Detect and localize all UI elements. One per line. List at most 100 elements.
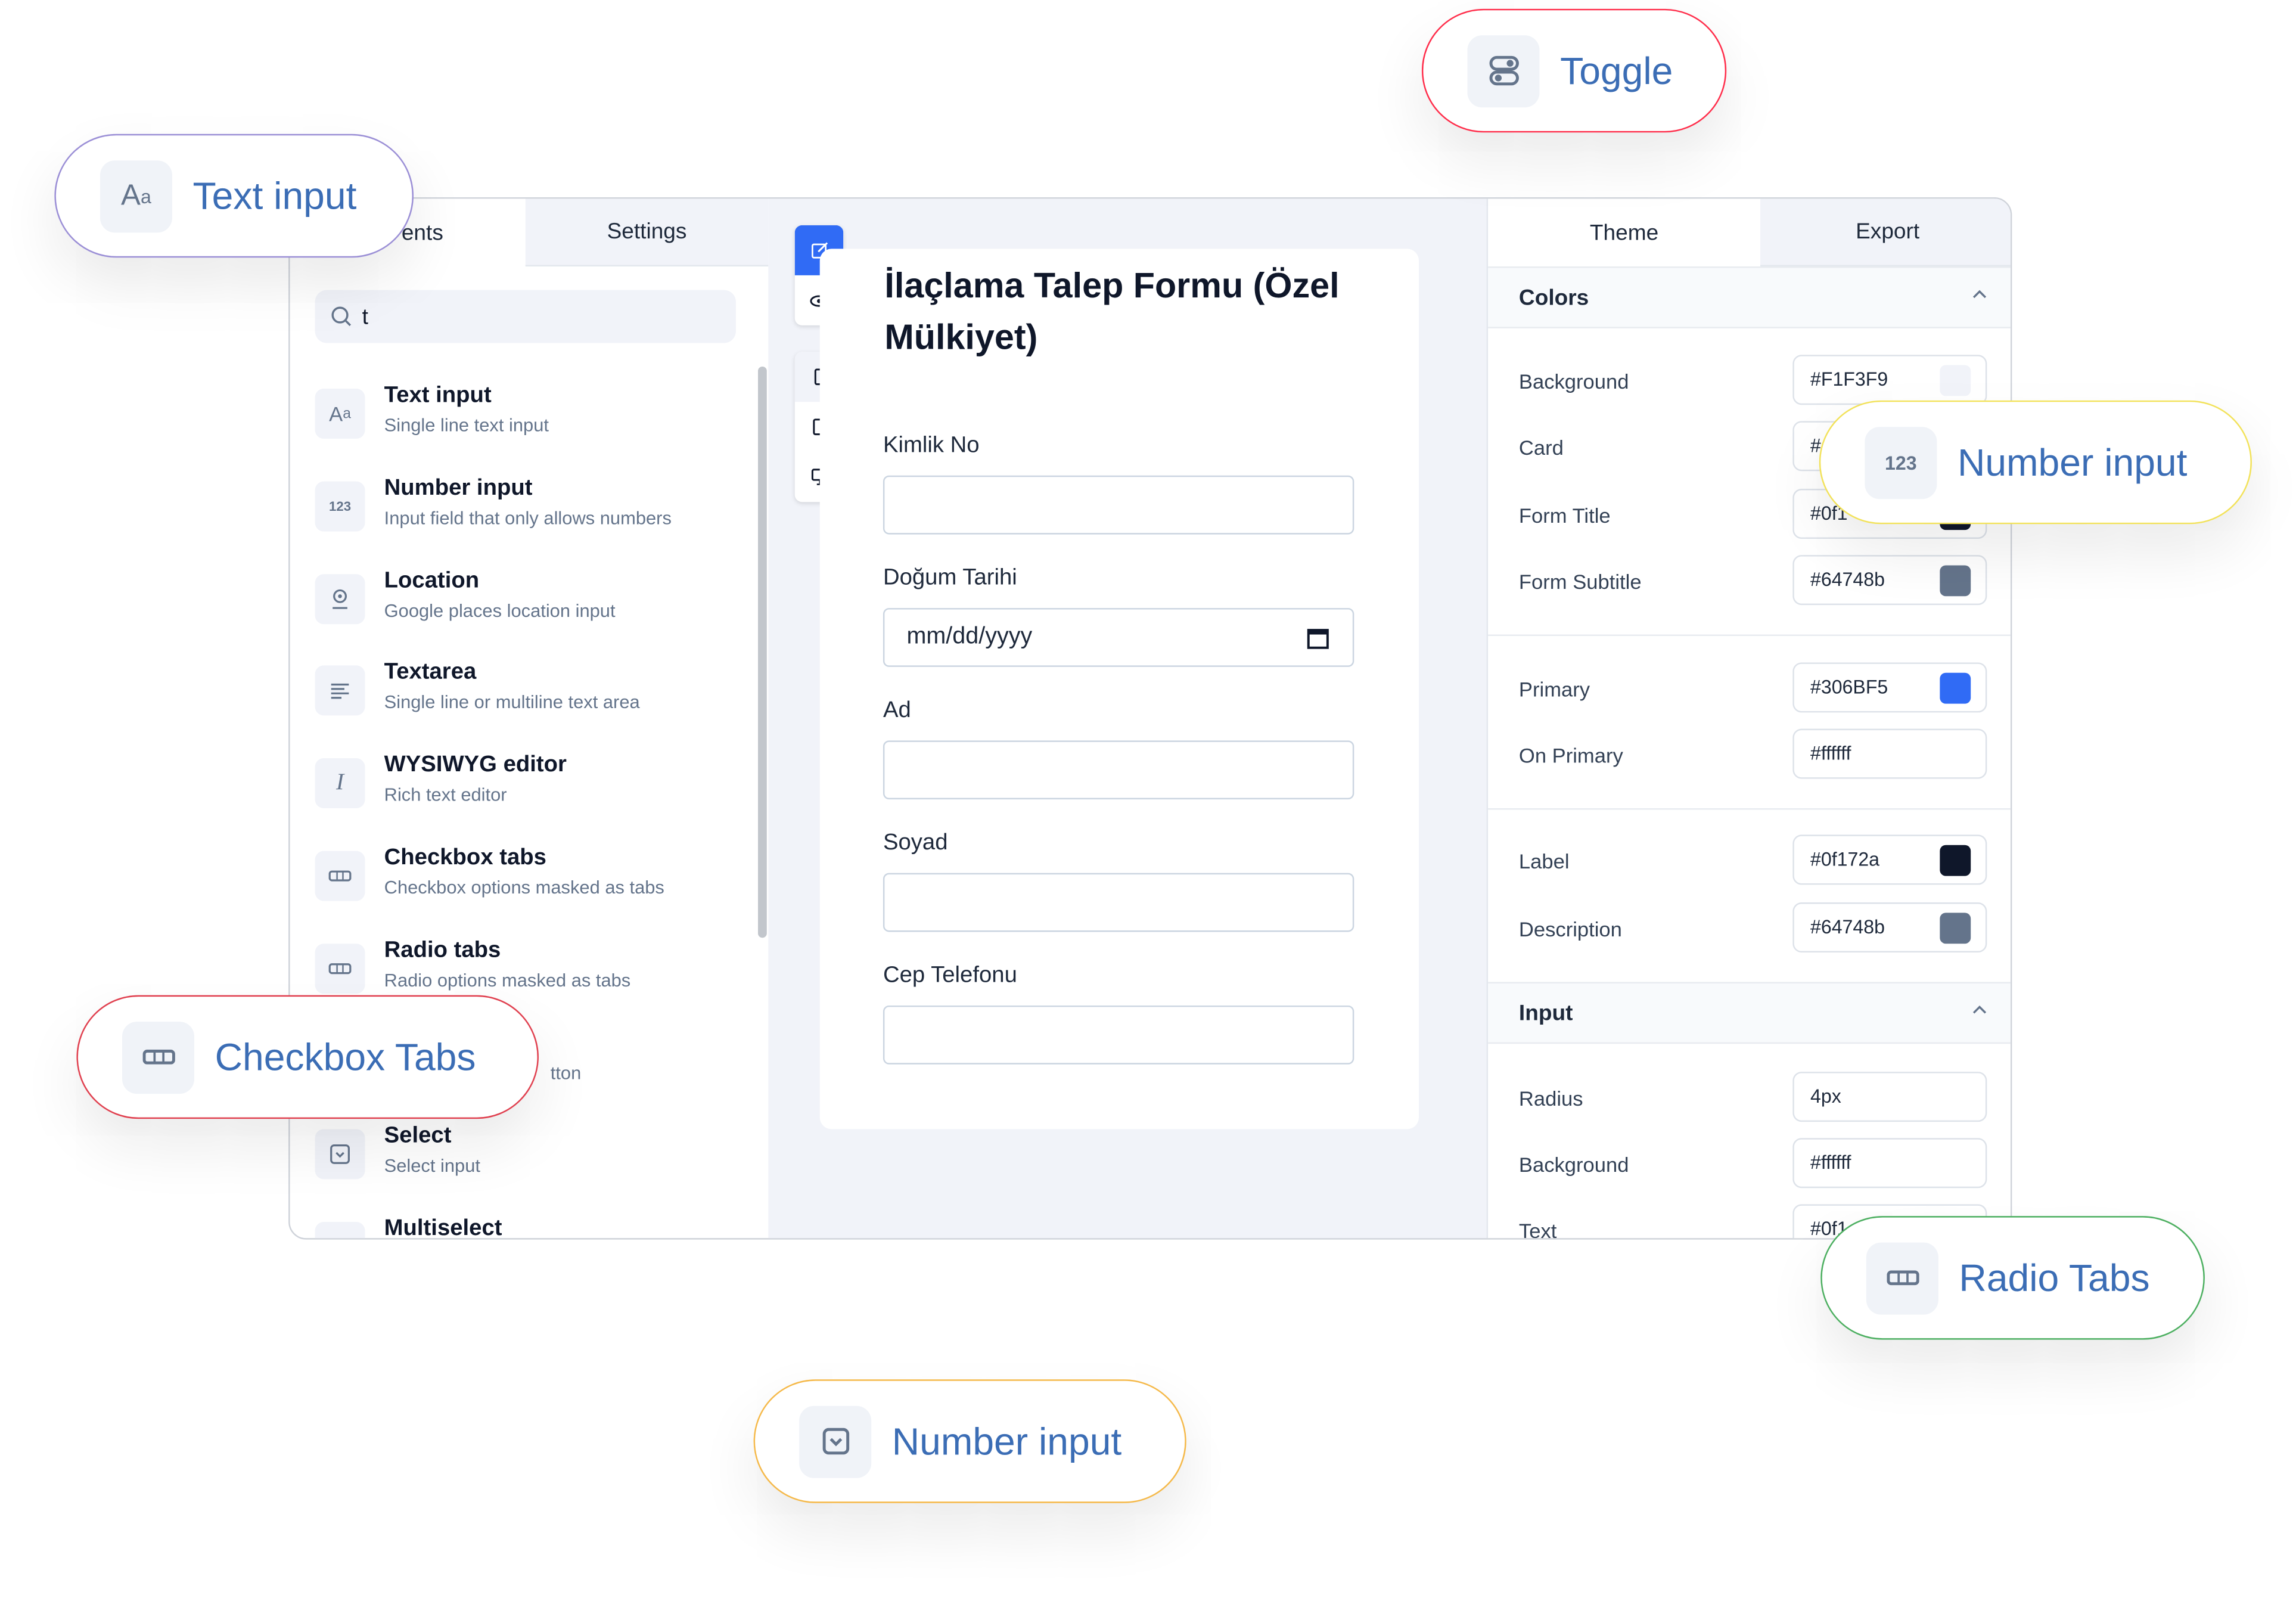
field-label: Kimlik No	[883, 433, 980, 458]
item-label: WYSIWYG editor	[384, 752, 567, 778]
item-desc: Input field that only allows numbers	[384, 508, 672, 529]
color-swatch[interactable]	[1940, 913, 1971, 944]
color-swatch[interactable]	[1940, 365, 1971, 396]
callout-select-number-input: Number input	[753, 1379, 1186, 1503]
section-title: Colors	[1518, 286, 1589, 311]
callout-label: Number input	[1957, 439, 2188, 484]
input-value: #ffffff	[1810, 741, 1851, 764]
tab-label: ents	[401, 220, 443, 246]
component-item-location[interactable]: Location Google places location input	[315, 568, 742, 641]
component-item-text-input[interactable]: Aa Text input Single line text input	[315, 383, 742, 456]
item-label: Radio tabs	[384, 938, 501, 963]
item-desc: Single line or multiline text area	[384, 691, 640, 713]
text-aa-icon: Aa	[315, 389, 365, 439]
item-label: Multiselect	[384, 1216, 502, 1240]
form-title: İlaçlama Talep Formu (Özel Mülkiyet)	[884, 266, 1340, 358]
color-value-input[interactable]: #F1F3F9	[1792, 355, 1987, 405]
kimlik-no-input[interactable]	[883, 475, 1354, 535]
item-desc: Select input	[384, 1155, 480, 1177]
component-item-number-input[interactable]: 123 Number input Input field that only a…	[315, 476, 742, 549]
component-item-checkbox-tabs[interactable]: Checkbox tabs Checkbox options masked as…	[315, 845, 742, 919]
color-swatch[interactable]	[1940, 1148, 1971, 1180]
item-desc: Single line text input	[384, 415, 549, 436]
search-icon	[331, 306, 352, 327]
form-canvas: İlaçlama Talep Formu (Özel Mülkiyet) Kim…	[768, 198, 1487, 1239]
form-card: İlaçlama Talep Formu (Özel Mülkiyet) Kim…	[819, 249, 1419, 1130]
text-aa-icon: Aa	[100, 159, 172, 232]
color-value-input[interactable]: #ffffff	[1792, 1138, 1987, 1189]
item-label: Number input	[384, 475, 533, 501]
cep-telefonu-input[interactable]	[883, 1005, 1354, 1065]
calendar-icon[interactable]	[1307, 627, 1329, 649]
row-label: Text	[1518, 1219, 1557, 1240]
color-value-input[interactable]: #0f172a	[1792, 834, 1987, 885]
component-item-multiselect[interactable]: Multiselect	[315, 1216, 742, 1240]
row-label: On Primary	[1518, 743, 1623, 767]
location-pin-icon	[315, 574, 365, 625]
item-label: Select	[384, 1123, 452, 1149]
search-input[interactable]: t	[315, 290, 736, 343]
field-label: Soyad	[883, 830, 948, 856]
tab-export[interactable]: Export	[1760, 198, 2011, 267]
input-value: #0f172a	[1810, 848, 1880, 870]
color-value-input[interactable]: #64748b	[1792, 555, 1987, 606]
tab-settings[interactable]: Settings	[525, 198, 769, 267]
callout-toggle: Toggle	[1421, 8, 1727, 133]
scrollbar[interactable]	[757, 367, 767, 938]
section-title: Input	[1518, 1001, 1573, 1026]
item-desc: Checkbox options masked as tabs	[384, 877, 664, 898]
item-label: Location	[384, 568, 480, 594]
item-desc: Rich text editor	[384, 784, 507, 806]
color-swatch[interactable]	[1940, 739, 1971, 770]
field-label: Doğum Tarihi	[883, 565, 1017, 591]
callout-label: Toggle	[1560, 48, 1673, 92]
theme-panel: Theme Export Colors Background #F1F3F9 Car…	[1486, 198, 2011, 1240]
chevron-up-icon	[1972, 290, 1987, 299]
component-item-select[interactable]: Select Select input	[315, 1124, 742, 1197]
row-label: Primary	[1518, 677, 1590, 701]
component-item-wysiwyg[interactable]: I WYSIWYG editor Rich text editor	[315, 752, 742, 826]
callout-label: Text input	[192, 173, 357, 218]
row-label: Background	[1518, 369, 1629, 393]
callout-text-input: Aa Text input	[54, 134, 414, 258]
component-item-textarea[interactable]: Textarea Single line or multiline text a…	[315, 660, 742, 733]
color-value-input[interactable]: #306BF5	[1792, 662, 1987, 713]
input-value: 4px	[1810, 1085, 1841, 1107]
color-value-input[interactable]: 4px	[1792, 1072, 1987, 1122]
cursor-icon: I	[315, 758, 365, 808]
soyad-input[interactable]	[883, 873, 1354, 932]
tab-label: Export	[1856, 219, 1920, 245]
number-123-icon: 123	[1865, 426, 1937, 499]
color-value-input[interactable]: #ffffff	[1792, 728, 1987, 779]
input-value: #ffffff	[1810, 1151, 1851, 1174]
color-swatch[interactable]	[1940, 672, 1971, 704]
row-label: Label	[1518, 849, 1570, 873]
divider	[1488, 634, 2011, 636]
tabs-icon	[315, 944, 365, 994]
colors-section-header[interactable]: Colors	[1488, 266, 2011, 328]
item-desc: Radio options masked as tabs	[384, 970, 631, 991]
field-label: Ad	[883, 697, 911, 723]
row-label: Radius	[1518, 1086, 1583, 1110]
dogum-tarihi-input[interactable]: mm/dd/yyyy	[883, 608, 1354, 667]
select-icon	[799, 1405, 872, 1478]
toggle-icon	[1467, 35, 1540, 107]
color-swatch[interactable]	[1940, 845, 1971, 876]
chevron-up-icon	[1972, 1005, 1987, 1014]
tab-theme[interactable]: Theme	[1488, 198, 1760, 266]
callout-checkbox-tabs: Checkbox Tabs	[76, 995, 539, 1119]
item-label: Text input	[384, 383, 492, 408]
row-label: Background	[1518, 1152, 1629, 1177]
search-value: t	[362, 304, 368, 330]
ad-input[interactable]	[883, 740, 1354, 800]
tab-label: Theme	[1589, 220, 1659, 246]
lines-icon	[315, 665, 365, 716]
tab-label: Settings	[607, 219, 687, 245]
input-value: #F1F3F9	[1810, 368, 1888, 390]
input-section-header[interactable]: Input	[1488, 982, 2011, 1044]
input-value: #64748b	[1810, 916, 1885, 938]
color-value-input[interactable]: #64748b	[1792, 902, 1987, 953]
item-label: Checkbox tabs	[384, 845, 546, 870]
item-desc: Google places location input	[384, 600, 616, 622]
color-swatch[interactable]	[1940, 565, 1971, 597]
